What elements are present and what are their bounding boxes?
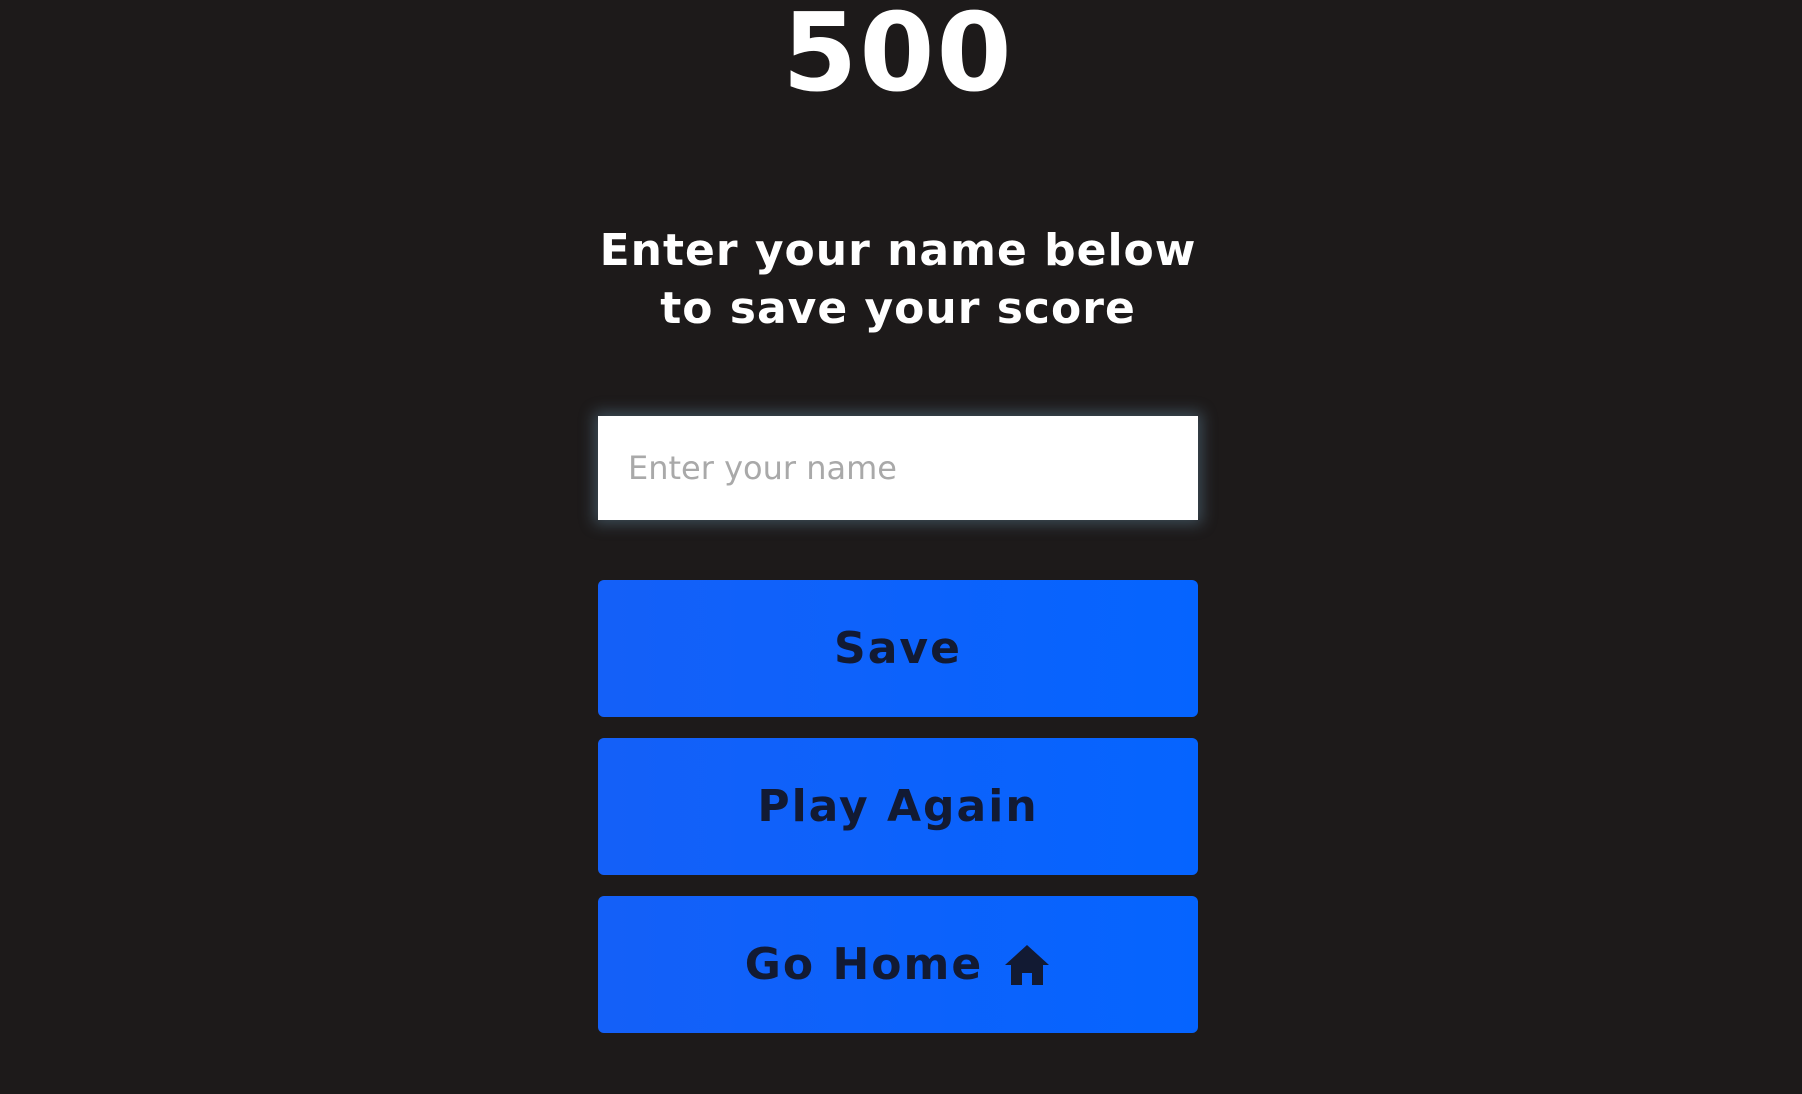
save-button[interactable]: Save — [598, 580, 1198, 717]
save-button-label: Save — [834, 623, 962, 674]
name-input[interactable] — [598, 416, 1198, 520]
end-screen: 500 Enter your name below to save your s… — [598, 0, 1198, 1094]
go-home-button[interactable]: Go Home — [598, 896, 1198, 1033]
final-score: 500 — [782, 0, 1014, 116]
go-home-button-label: Go Home — [744, 939, 984, 990]
save-score-prompt: Enter your name below to save your score — [599, 225, 1197, 334]
play-again-button-label: Play Again — [757, 781, 1039, 832]
play-again-button[interactable]: Play Again — [598, 738, 1198, 875]
home-icon — [1003, 943, 1051, 987]
